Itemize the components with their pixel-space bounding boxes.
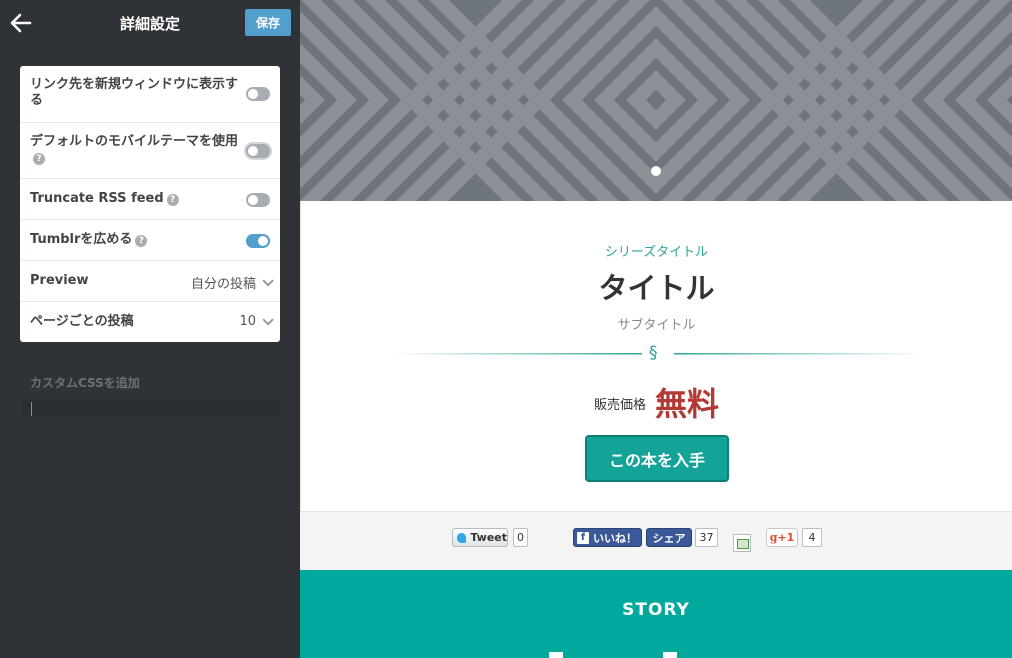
google-plus-button[interactable]: g +1 — [766, 528, 798, 547]
google-plus-label: +1 — [777, 531, 795, 544]
setting-label-text: デフォルトのモバイルテーマを使用 — [30, 134, 239, 149]
carousel-dot[interactable] — [651, 166, 661, 176]
price-label: 販売価格 — [593, 398, 646, 413]
setting-row-promote-tumblr: Tumblrを広める? — [20, 220, 280, 261]
facebook-like-label: いいね！ — [593, 531, 637, 545]
setting-row-preview: Preview 自分の投稿 — [20, 261, 280, 302]
custom-css-input[interactable] — [22, 399, 280, 417]
price-row: 販売価格 無料 — [301, 379, 1012, 425]
share-bar: Tweet 0 f いいね！ シェア 37 g +1 4 — [300, 512, 1012, 570]
save-button[interactable]: 保存 — [245, 9, 291, 36]
setting-label: Tumblrを広める? — [30, 232, 148, 248]
preview-select[interactable]: 自分の投稿 — [190, 273, 274, 292]
ornamental-divider: § — [387, 343, 927, 364]
setting-row-posts-per-page: ページごとの投稿 10 — [20, 302, 280, 342]
tweet-button[interactable]: Tweet — [452, 528, 508, 547]
broken-image-icon — [733, 534, 751, 552]
setting-label-text: Truncate RSS feed — [30, 191, 164, 206]
setting-label: Truncate RSS feed? — [30, 191, 179, 207]
story-section: STORY — [300, 570, 1012, 658]
book-subtitle: サブタイトル — [617, 318, 696, 333]
help-icon[interactable]: ? — [135, 235, 148, 247]
facebook-count: 37 — [695, 528, 718, 547]
price-value: 無料 — [655, 385, 720, 423]
preview-select-value: 自分の投稿 — [190, 277, 256, 292]
toggle-knob — [258, 236, 268, 246]
toggle-knob — [248, 146, 258, 156]
promote-tumblr-toggle[interactable] — [246, 234, 270, 248]
section-sign-icon: § — [649, 343, 658, 363]
toggle-knob — [248, 89, 258, 99]
setting-label-text: Tumblrを広める — [30, 232, 133, 247]
story-text-fragment — [549, 652, 563, 658]
tweet-label: Tweet — [470, 531, 507, 544]
truncate-rss-toggle[interactable] — [246, 193, 270, 207]
hero-pattern — [300, 0, 1012, 201]
tweet-count: 0 — [513, 528, 528, 547]
custom-css-label: カスタムCSSを追加 — [30, 376, 140, 390]
get-book-button[interactable]: この本を入手 — [585, 435, 729, 482]
setting-label: リンク先を新規ウィンドウに表示する — [30, 77, 239, 108]
settings-card: リンク先を新規ウィンドウに表示する デフォルトのモバイルテーマを使用? Trun… — [20, 66, 280, 342]
setting-row-default-mobile-theme: デフォルトのモバイルテーマを使用? — [20, 123, 280, 179]
story-heading: STORY — [622, 600, 690, 620]
posts-per-page-select[interactable]: 10 — [239, 313, 274, 329]
posts-per-page-value: 10 — [239, 314, 256, 329]
chevron-down-icon — [262, 274, 274, 287]
facebook-share-button[interactable]: シェア — [646, 528, 692, 547]
setting-label: Preview — [30, 273, 89, 288]
setting-label: ページごとの投稿 — [30, 314, 134, 329]
facebook-like-button[interactable]: f いいね！ — [573, 528, 642, 547]
book-info-section: シリーズタイトル タイトル サブタイトル § 販売価格 無料 この本を入手 — [300, 201, 1012, 512]
facebook-icon: f — [577, 531, 589, 544]
book-title: タイトル — [598, 271, 715, 305]
sidebar-header: 詳細設定 保存 — [0, 0, 300, 46]
series-title: シリーズタイトル — [604, 245, 709, 260]
help-icon[interactable]: ? — [33, 153, 45, 165]
google-plus-count: 4 — [802, 528, 822, 547]
twitter-bird-icon — [457, 532, 467, 543]
text-caret — [31, 402, 32, 416]
setting-row-truncate-rss: Truncate RSS feed? — [20, 179, 280, 220]
chevron-down-icon — [262, 313, 274, 326]
setting-label: デフォルトのモバイルテーマを使用? — [30, 134, 240, 166]
setting-row-open-links-new-window: リンク先を新規ウィンドウに表示する — [20, 66, 280, 123]
help-icon[interactable]: ? — [166, 194, 179, 206]
default-mobile-theme-toggle[interactable] — [246, 144, 270, 158]
story-text-fragment — [663, 652, 677, 658]
open-links-new-window-toggle[interactable] — [246, 87, 270, 101]
settings-sidebar: 詳細設定 保存 リンク先を新規ウィンドウに表示する デフォルトのモバイルテーマを… — [0, 0, 300, 658]
toggle-knob — [248, 195, 258, 205]
theme-preview: シリーズタイトル タイトル サブタイトル § 販売価格 無料 この本を入手 Tw… — [300, 0, 1012, 658]
